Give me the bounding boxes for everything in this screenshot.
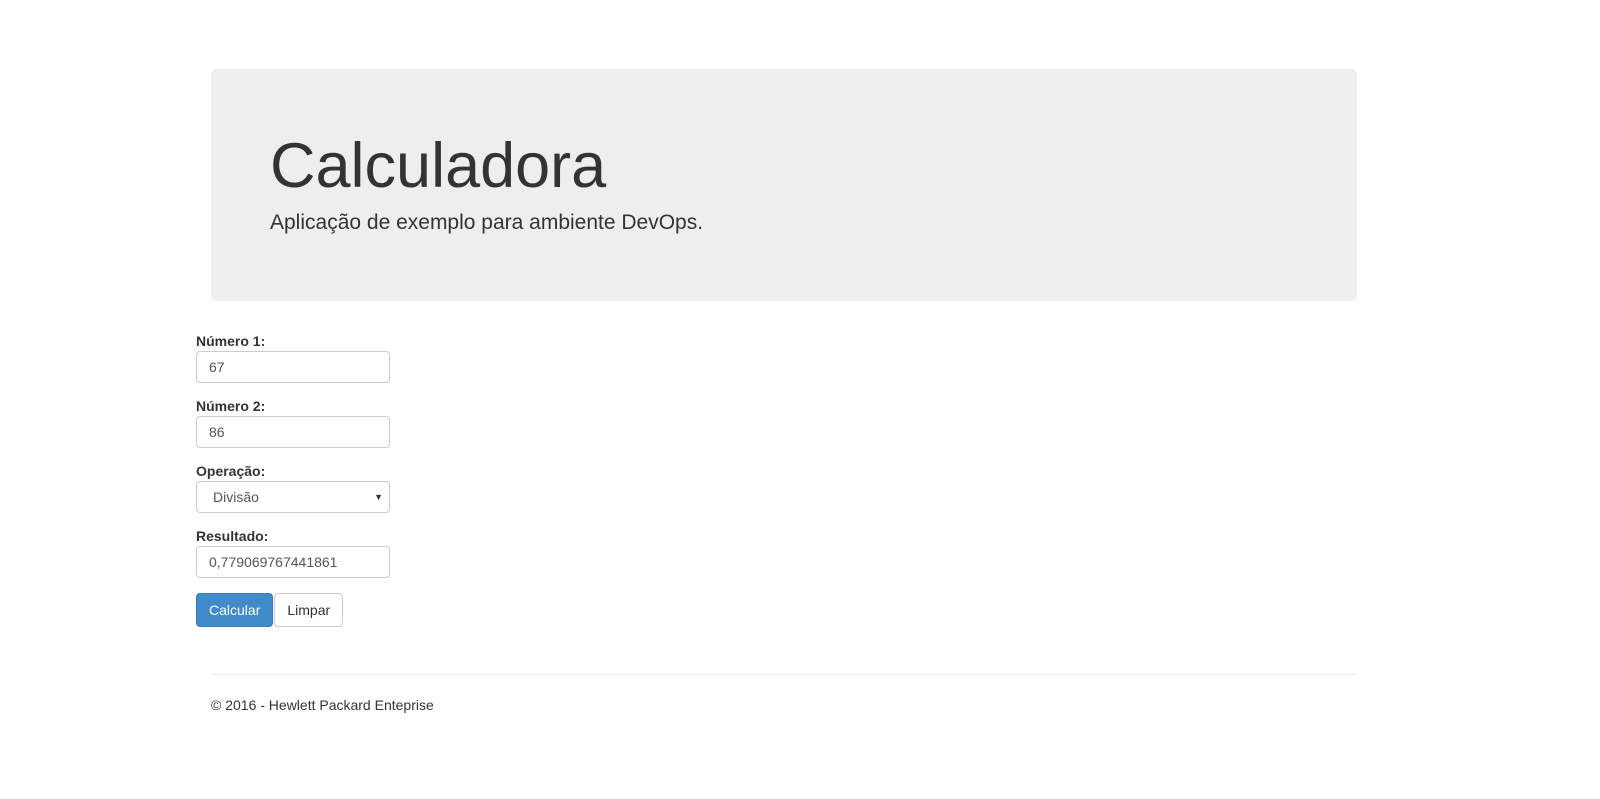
operation-label: Operação: xyxy=(196,463,266,479)
operation-select[interactable]: Divisão ▼ xyxy=(196,481,390,513)
operation-selected: Divisão xyxy=(213,489,259,505)
number1-input[interactable] xyxy=(196,351,390,383)
calculate-button[interactable]: Calcular xyxy=(196,593,274,627)
number2-input[interactable] xyxy=(196,416,390,448)
result-input[interactable] xyxy=(196,546,390,578)
footer-text: © 2016 - Hewlett Packard Enteprise xyxy=(211,697,434,713)
page-subtitle: Aplicação de exemplo para ambiente DevOp… xyxy=(270,211,704,234)
chevron-down-icon: ▼ xyxy=(374,492,383,502)
page-title: Calculadora xyxy=(270,131,607,201)
number2-label: Número 2: xyxy=(196,398,266,414)
header-jumbotron: Calculadora Aplicação de exemplo para am… xyxy=(211,69,1357,301)
footer-divider xyxy=(211,674,1357,675)
number1-label: Número 1: xyxy=(196,333,266,349)
clear-button[interactable]: Limpar xyxy=(274,593,344,627)
calculator-form: Número 1: Número 2: Operação: Divisão ▼ R… xyxy=(196,333,390,627)
result-label: Resultado: xyxy=(196,528,269,544)
